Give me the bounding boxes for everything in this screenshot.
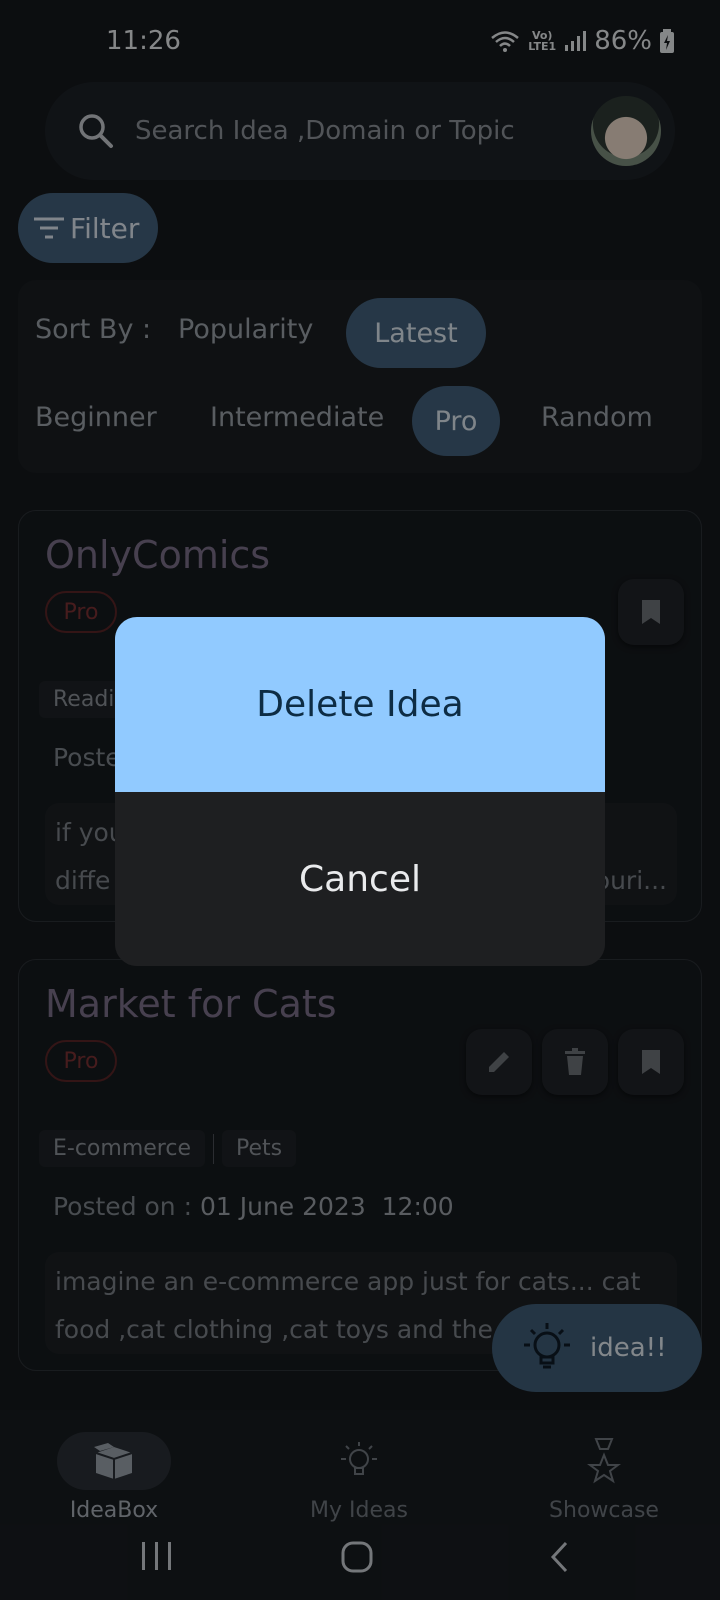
cancel-button[interactable]: Cancel: [115, 792, 605, 966]
delete-idea-button[interactable]: Delete Idea: [115, 617, 605, 792]
delete-dialog: Delete Idea Cancel: [115, 617, 605, 966]
